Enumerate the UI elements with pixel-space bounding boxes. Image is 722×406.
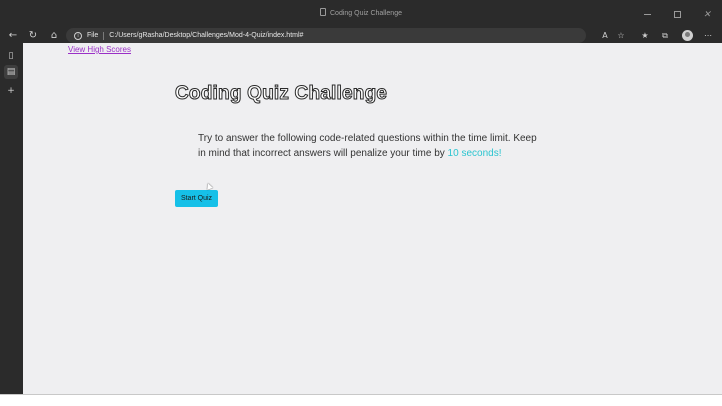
collections-icon[interactable]: ⧉ bbox=[658, 28, 672, 43]
tab-title[interactable]: Coding Quiz Challenge bbox=[0, 8, 722, 17]
minimize-icon bbox=[643, 13, 651, 15]
start-quiz-button[interactable]: Start Quiz bbox=[175, 190, 218, 207]
sidebar-tab-icon[interactable]: ▤ bbox=[4, 65, 18, 79]
bottom-strip bbox=[0, 394, 722, 406]
new-tab-icon[interactable]: + bbox=[4, 84, 18, 98]
address-separator bbox=[103, 31, 105, 40]
maximize-icon bbox=[673, 10, 681, 18]
read-aloud-icon[interactable]: A bbox=[598, 28, 612, 43]
refresh-button[interactable]: ↻ bbox=[23, 28, 43, 43]
address-bar[interactable]: i File C:/Users/gRasha/Desktop/Challenge… bbox=[66, 28, 586, 43]
close-icon: ✕ bbox=[703, 8, 711, 19]
scheme-label: File bbox=[87, 32, 99, 39]
add-favorite-icon[interactable]: ☆ bbox=[614, 28, 628, 43]
page-content: View High Scores Coding Quiz Challenge T… bbox=[23, 43, 722, 394]
home-button[interactable]: ⌂ bbox=[44, 28, 64, 43]
favorites-icon[interactable]: ★ bbox=[638, 28, 652, 43]
document-icon bbox=[320, 8, 326, 16]
home-icon: ⌂ bbox=[50, 30, 58, 41]
minimize-button[interactable] bbox=[632, 0, 662, 28]
window-titlebar: Coding Quiz Challenge ✕ bbox=[0, 0, 722, 28]
view-high-scores-link[interactable]: View High Scores bbox=[68, 45, 131, 54]
tab-title-text: Coding Quiz Challenge bbox=[330, 10, 402, 17]
more-icon[interactable]: ⋯ bbox=[701, 28, 715, 43]
sidebar-toggle-icon[interactable]: ▯ bbox=[4, 49, 18, 63]
browser-sidebar: ▯ ▤ + bbox=[0, 43, 23, 394]
page-title: Coding Quiz Challenge bbox=[174, 83, 388, 105]
back-button[interactable]: ← bbox=[3, 28, 23, 43]
url-text[interactable]: C:/Users/gRasha/Desktop/Challenges/Mod-4… bbox=[109, 32, 303, 39]
info-icon[interactable]: i bbox=[74, 31, 82, 40]
maximize-button[interactable] bbox=[662, 0, 692, 28]
profile-avatar[interactable] bbox=[682, 30, 693, 41]
mouse-cursor-icon bbox=[205, 182, 213, 190]
refresh-icon: ↻ bbox=[28, 30, 38, 41]
intro-paragraph: Try to answer the following code-related… bbox=[198, 131, 543, 161]
close-button[interactable]: ✕ bbox=[692, 0, 722, 28]
back-arrow-icon: ← bbox=[8, 30, 18, 41]
window-controls: ✕ bbox=[632, 0, 722, 28]
browser-toolbar: ← ↻ ⌂ i File C:/Users/gRasha/Desktop/Cha… bbox=[0, 28, 722, 43]
penalty-highlight: 10 seconds! bbox=[447, 148, 502, 159]
